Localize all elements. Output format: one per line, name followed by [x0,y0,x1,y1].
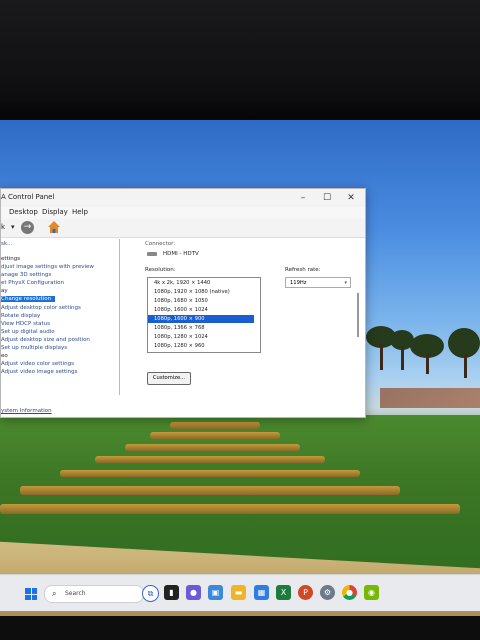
wallpaper-step [150,432,280,439]
sidebar-item-set-up-digital-audio[interactable]: Set up digital audio [1,329,55,335]
sidebar-item-adjust-desktop-color[interactable]: Adjust desktop color settings [1,305,81,311]
hdmi-icon [147,252,157,256]
search-icon: ⌕ [52,589,57,598]
settings-gear-icon[interactable]: ⚙ [320,585,335,600]
windows-start-icon[interactable] [25,588,37,600]
sidebar-category-video: eo [1,353,8,359]
task-view-icon[interactable]: ⧉ [142,585,159,602]
connector-value: HDMI - HDTV [163,251,199,257]
list-item[interactable]: 4k x 2k, 1920 × 1440 [148,279,254,287]
sidebar-item-adjust-desktop-size[interactable]: Adjust desktop size and position [1,337,90,343]
customize-button[interactable]: Customize... [147,372,191,385]
list-item[interactable]: 1080p, 1680 × 1050 [148,297,254,305]
chrome-icon[interactable]: ● [342,585,357,600]
list-item[interactable]: 1080p, 1280 × 1024 [148,333,254,341]
resolution-list[interactable]: 4k x 2k, 1920 × 1440 1080p, 1920 × 1080 … [147,277,261,353]
taskbar: ⌕ Search ⧉ ▮ ● ▣ ▬ ▦ X P ⚙ ● ◉ [0,574,480,611]
panel-scrollbar[interactable] [357,293,359,337]
sidebar-item-adjust-image-settings[interactable]: djust image settings with preview [1,264,94,270]
refresh-rate-select[interactable]: 119Hz ▾ [285,277,351,288]
home-icon[interactable] [47,220,61,234]
connector-label: Connector: [145,241,176,247]
list-item[interactable]: 1080p, 1280 × 960 [148,342,254,350]
back-arrow-icon[interactable]: → [21,221,34,234]
menu-display[interactable]: Display [42,208,68,216]
resolution-label: Resolution: [145,267,176,273]
wallpaper-fence [380,388,480,408]
menu-bar: Desktop Display Help [1,207,365,219]
window-title: A Control Panel [1,193,55,201]
sidebar-item-video-color-settings[interactable]: Adjust video color settings [1,361,74,367]
refresh-rate-label: Refresh rate: [285,267,321,273]
wallpaper-step [60,470,360,477]
nvidia-icon[interactable]: ◉ [364,585,379,600]
monitor-bezel-top [0,0,480,120]
back-dropdown-chevron-icon[interactable]: ▾ [11,223,15,231]
wallpaper-step [95,456,325,463]
back-text[interactable]: k [1,223,5,231]
task-sidebar: sk... ettings djust image settings with … [1,239,120,395]
list-item[interactable]: 1080p, 1600 × 1024 [148,306,254,314]
wallpaper-step [170,422,260,429]
sidebar-item-rotate-display[interactable]: Rotate display [1,313,40,319]
title-bar[interactable]: A Control Panel – ☐ ✕ [1,189,365,207]
sidebar-item-multiple-displays[interactable]: Set up multiple displays [1,345,67,351]
minimize-button[interactable]: – [293,191,313,205]
mouse-cursor-icon [251,286,256,295]
sidebar-item-view-hdcp-status[interactable]: View HDCP status [1,321,50,327]
photos-icon[interactable]: ▣ [208,585,223,600]
search-placeholder: Search [65,590,86,597]
sidebar-item-video-image-settings[interactable]: Adjust video image settings [1,369,78,375]
maximize-button[interactable]: ☐ [317,191,337,205]
sidebar-item-physx-configuration[interactable]: et PhysX Configuration [1,280,64,286]
list-item-selected[interactable]: 1080p, 1600 × 900 [148,315,254,323]
menu-help[interactable]: Help [72,208,88,216]
change-resolution-panel: Connector: HDMI - HDTV Resolution: 4k x … [123,239,359,409]
close-button[interactable]: ✕ [341,191,361,205]
sidebar-item[interactable]: sk... [1,241,12,247]
refresh-rate-value: 119Hz [290,280,307,286]
sidebar-item-change-resolution[interactable]: Change resolution [1,296,56,302]
store-icon[interactable]: ▦ [254,585,269,600]
file-explorer-icon[interactable]: ▬ [231,585,246,600]
wallpaper-step [125,444,300,451]
system-information-link[interactable]: ystem Information [1,408,52,414]
files-icon[interactable]: ▮ [164,585,179,600]
chat-icon[interactable]: ● [186,585,201,600]
list-item[interactable]: 1080p, 1920 × 1080 (native) [148,288,254,296]
wallpaper-step [20,486,400,495]
toolbar: k ▾ → [1,219,365,238]
control-panel-window: A Control Panel – ☐ ✕ Desktop Display He… [0,188,366,418]
sidebar-category-display: ay [1,288,8,294]
menu-desktop[interactable]: Desktop [9,208,38,216]
excel-icon[interactable]: X [276,585,291,600]
search-box[interactable]: ⌕ Search [44,585,144,603]
list-item[interactable]: 1080p, 1366 × 768 [148,324,254,332]
sidebar-item-manage-3d-settings[interactable]: anage 3D settings [1,272,51,278]
powerpoint-icon[interactable]: P [298,585,313,600]
wallpaper-step [0,504,460,514]
monitor-bezel-bottom [0,616,480,640]
chevron-down-icon: ▾ [344,280,347,286]
sidebar-category-3d-settings: ettings [1,256,21,262]
